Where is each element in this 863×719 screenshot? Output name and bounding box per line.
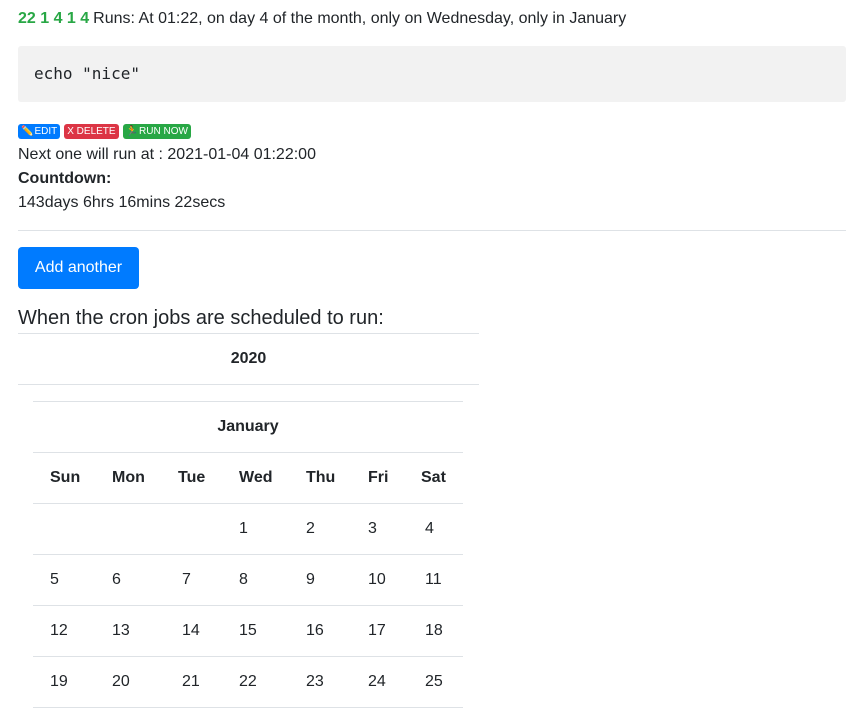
delete-button[interactable]: X DELETE (64, 124, 119, 139)
month-label: January (217, 418, 279, 435)
calendar-week-row: 5 6 7 8 9 10 11 (33, 555, 463, 605)
weekday-header: Fri (368, 469, 389, 486)
next-run-text: Next one will run at : 2021-01-04 01:22:… (18, 146, 316, 163)
runner-icon: 🏃 (125, 126, 139, 137)
calendar-week-row: 1 2 3 4 (33, 504, 463, 554)
cron-job-page: 22 1 4 1 4 Runs: At 01:22, on day 4 of th… (0, 0, 863, 719)
calendar-day: 21 (182, 673, 200, 690)
calendar-day: 7 (182, 571, 191, 588)
cron-expression: 22 1 4 1 4 (18, 10, 90, 27)
weekday-header: Mon (112, 469, 145, 486)
weekday-header: Tue (178, 469, 206, 486)
run-now-button[interactable]: 🏃 RUN NOW (122, 124, 191, 139)
weekday-header: Thu (306, 469, 336, 486)
calendar-day: 19 (50, 673, 68, 690)
calendar-day: 10 (368, 571, 386, 588)
year-label: 2020 (230, 350, 267, 367)
weekday-header: Sat (421, 469, 446, 486)
calendar-day: 9 (306, 571, 315, 588)
weekday-header: Wed (239, 469, 273, 486)
calendar-day: 15 (239, 622, 257, 639)
weekday-header: Sun (50, 469, 81, 486)
calendar-day: 22 (239, 673, 257, 690)
calendar-day: 6 (112, 571, 121, 588)
calendar-day: 25 (425, 673, 443, 690)
calendar-day: 4 (425, 520, 434, 537)
countdown-label: Countdown: (18, 170, 112, 187)
command-code-block: echo "nice" (18, 46, 846, 102)
calendar-day: 3 (368, 520, 377, 537)
calendar-day: 11 (425, 571, 442, 588)
calendar-day: 24 (368, 673, 386, 690)
pencil-icon: ✏️ (21, 126, 34, 137)
add-another-button[interactable]: Add another (18, 247, 139, 289)
calendar-day: 13 (112, 622, 130, 639)
calendar-day: 17 (368, 622, 386, 639)
calendar-day: 5 (50, 571, 59, 588)
cron-description: Runs: At 01:22, on day 4 of the month, o… (93, 10, 627, 27)
cron-job-summary: 22 1 4 1 4 Runs: At 01:22, on day 4 of th… (18, 8, 626, 30)
calendar-day: 20 (112, 673, 130, 690)
calendar-day: 18 (425, 622, 443, 639)
calendar-day: 12 (50, 622, 68, 639)
job-actions: ✏️ EDIT X DELETE 🏃 RUN NOW (18, 124, 191, 139)
month-calendar: January Sun Mon Tue Wed Thu Fri Sat 1 2 … (33, 401, 463, 708)
delete-button-label: X DELETE (67, 126, 116, 137)
schedule-heading: When the cron jobs are scheduled to run: (18, 307, 384, 329)
weekday-header-row: Sun Mon Tue Wed Thu Fri Sat (33, 453, 463, 503)
year-table: 2020 (18, 333, 479, 385)
calendar-day: 8 (239, 571, 248, 588)
calendar-day: 23 (306, 673, 324, 690)
edit-button[interactable]: ✏️ EDIT (18, 124, 61, 139)
run-now-button-label: RUN NOW (139, 126, 188, 137)
calendar-day: 16 (306, 622, 324, 639)
calendar-week-row: 12 13 14 15 16 17 18 (33, 606, 463, 656)
calendar-day: 2 (306, 520, 315, 537)
calendar-day: 14 (182, 622, 200, 639)
edit-button-label: EDIT (34, 126, 58, 137)
calendar-week-row: 19 20 21 22 23 24 25 (33, 657, 463, 707)
countdown-value: 143days 6hrs 16mins 22secs (18, 194, 226, 211)
calendar-day: 1 (239, 520, 248, 537)
section-divider (18, 230, 846, 231)
command-text: echo "nice" (34, 64, 140, 83)
